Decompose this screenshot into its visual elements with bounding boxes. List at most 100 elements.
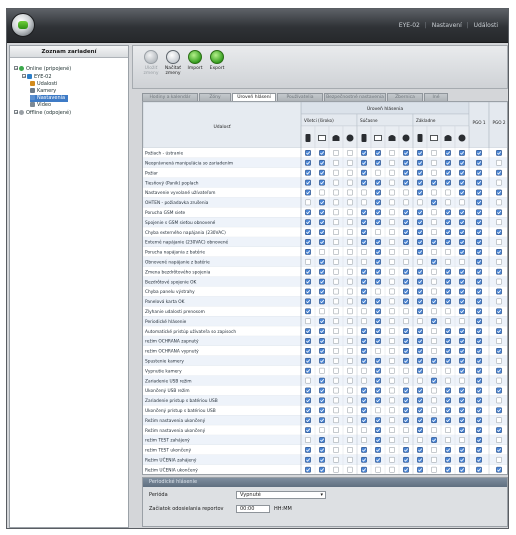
report-checkbox[interactable] <box>445 357 451 364</box>
report-checkbox[interactable] <box>459 417 465 424</box>
tab-5[interactable]: Bezpečnostné nastavenia <box>324 93 386 101</box>
start-time-input[interactable]: 00:00 <box>236 505 270 513</box>
report-checkbox[interactable] <box>319 268 325 275</box>
report-checkbox[interactable] <box>347 169 353 176</box>
report-checkbox[interactable] <box>375 298 381 305</box>
report-checkbox[interactable] <box>431 199 437 206</box>
report-checkbox[interactable] <box>417 268 423 275</box>
report-checkbox[interactable] <box>333 447 339 453</box>
report-checkbox[interactable] <box>361 437 367 443</box>
report-checkbox[interactable] <box>476 367 482 374</box>
report-checkbox[interactable] <box>459 150 465 156</box>
report-checkbox[interactable] <box>319 249 325 255</box>
report-checkbox[interactable] <box>459 466 465 473</box>
report-checkbox[interactable] <box>389 357 395 364</box>
report-checkbox[interactable] <box>375 377 381 384</box>
report-checkbox[interactable] <box>403 328 409 334</box>
report-checkbox[interactable] <box>496 209 502 216</box>
report-checkbox[interactable] <box>417 308 423 315</box>
report-checkbox[interactable] <box>445 397 451 404</box>
report-checkbox[interactable] <box>476 437 482 443</box>
report-checkbox[interactable] <box>417 328 423 334</box>
report-checkbox[interactable] <box>417 397 423 404</box>
report-checkbox[interactable] <box>403 427 409 433</box>
report-checkbox[interactable] <box>361 229 367 235</box>
report-checkbox[interactable] <box>431 367 437 374</box>
report-checkbox[interactable] <box>319 328 325 334</box>
report-checkbox[interactable] <box>319 377 325 384</box>
report-checkbox[interactable] <box>459 328 465 334</box>
report-checkbox[interactable] <box>319 348 325 354</box>
report-checkbox[interactable] <box>403 397 409 404</box>
report-checkbox[interactable] <box>496 298 502 305</box>
report-checkbox[interactable] <box>445 437 451 443</box>
report-checkbox[interactable] <box>361 288 367 295</box>
report-checkbox[interactable] <box>361 377 367 384</box>
report-checkbox[interactable] <box>476 288 482 295</box>
report-checkbox[interactable] <box>476 150 482 156</box>
report-checkbox[interactable] <box>375 397 381 404</box>
chevron-down-icon[interactable]: ▾ <box>320 492 323 499</box>
report-checkbox[interactable] <box>389 249 395 255</box>
report-checkbox[interactable] <box>476 417 482 424</box>
report-checkbox[interactable] <box>403 318 409 325</box>
report-checkbox[interactable] <box>319 308 325 315</box>
report-checkbox[interactable] <box>375 367 381 374</box>
report-checkbox[interactable] <box>347 348 353 354</box>
report-checkbox[interactable] <box>333 437 339 443</box>
report-checkbox[interactable] <box>476 387 482 394</box>
report-checkbox[interactable] <box>319 159 325 166</box>
report-checkbox[interactable] <box>347 357 353 364</box>
report-checkbox[interactable] <box>305 159 311 166</box>
report-checkbox[interactable] <box>305 209 311 216</box>
report-checkbox[interactable] <box>417 298 423 305</box>
report-checkbox[interactable] <box>431 239 437 245</box>
tree-node[interactable]: − EYE-02 <box>22 74 52 81</box>
report-checkbox[interactable] <box>403 357 409 364</box>
report-checkbox[interactable] <box>333 229 339 235</box>
report-checkbox[interactable] <box>319 169 325 176</box>
report-checkbox[interactable] <box>431 219 437 226</box>
report-checkbox[interactable] <box>361 179 367 186</box>
report-checkbox[interactable] <box>417 427 423 433</box>
report-checkbox[interactable] <box>375 387 381 394</box>
report-checkbox[interactable] <box>333 278 339 285</box>
report-checkbox[interactable] <box>417 189 423 196</box>
report-checkbox[interactable] <box>389 338 395 344</box>
report-checkbox[interactable] <box>417 407 423 414</box>
report-checkbox[interactable] <box>305 189 311 196</box>
report-checkbox[interactable] <box>445 387 451 394</box>
report-checkbox[interactable] <box>417 338 423 344</box>
report-checkbox[interactable] <box>333 159 339 166</box>
report-checkbox[interactable] <box>445 367 451 374</box>
report-checkbox[interactable] <box>333 258 339 265</box>
report-checkbox[interactable] <box>361 407 367 414</box>
report-checkbox[interactable] <box>375 348 381 354</box>
report-checkbox[interactable] <box>403 417 409 424</box>
report-checkbox[interactable] <box>333 387 339 394</box>
report-checkbox[interactable] <box>361 298 367 305</box>
report-checkbox[interactable] <box>496 278 502 285</box>
report-checkbox[interactable] <box>496 456 502 463</box>
report-checkbox[interactable] <box>459 318 465 325</box>
report-checkbox[interactable] <box>305 169 311 176</box>
report-checkbox[interactable] <box>361 219 367 226</box>
report-checkbox[interactable] <box>431 169 437 176</box>
report-checkbox[interactable] <box>361 209 367 216</box>
report-checkbox[interactable] <box>319 258 325 265</box>
tree-node[interactable]: Udalosti <box>30 81 57 88</box>
report-checkbox[interactable] <box>459 447 465 453</box>
report-checkbox[interactable] <box>333 318 339 325</box>
report-checkbox[interactable] <box>319 318 325 325</box>
report-checkbox[interactable] <box>361 427 367 433</box>
report-checkbox[interactable] <box>496 407 502 414</box>
report-checkbox[interactable] <box>319 209 325 216</box>
report-checkbox[interactable] <box>496 447 502 453</box>
report-checkbox[interactable] <box>389 219 395 226</box>
report-checkbox[interactable] <box>319 288 325 295</box>
report-checkbox[interactable] <box>347 407 353 414</box>
tree-node[interactable]: Nastavenia <box>30 95 69 102</box>
toolbar-button-import[interactable]: Import <box>185 50 205 84</box>
report-checkbox[interactable] <box>459 229 465 235</box>
report-checkbox[interactable] <box>333 219 339 226</box>
